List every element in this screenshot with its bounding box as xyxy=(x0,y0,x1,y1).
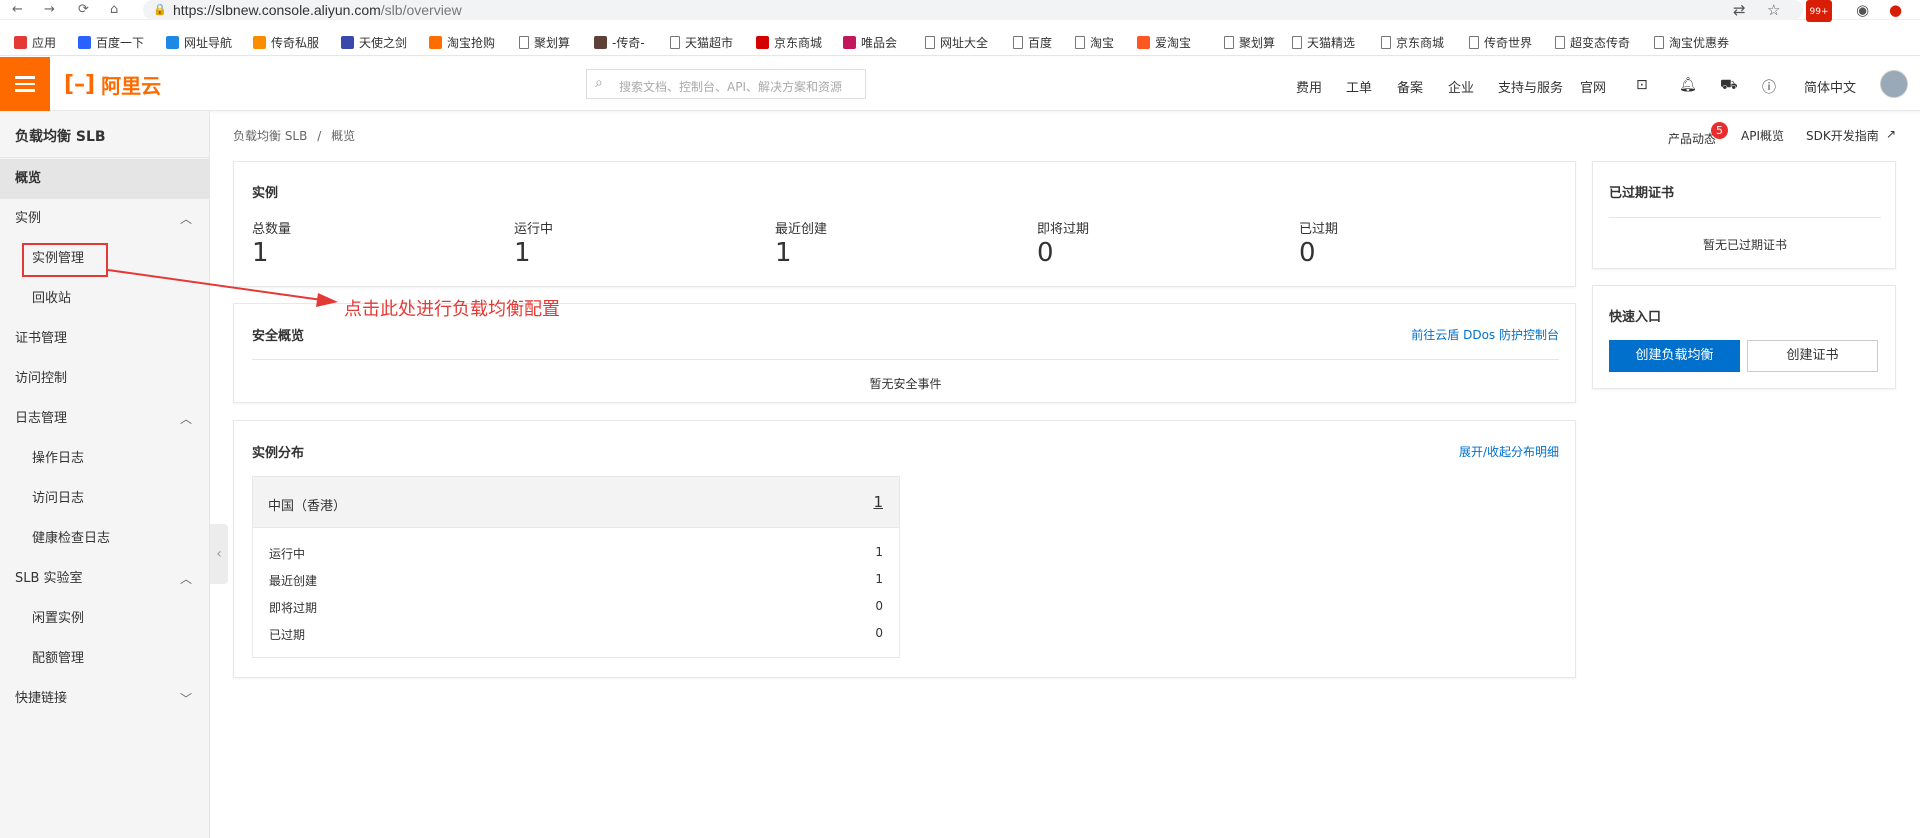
annotation-arrow xyxy=(107,269,338,307)
annotation-text: 点击此处进行负载均衡配置 xyxy=(344,299,560,320)
